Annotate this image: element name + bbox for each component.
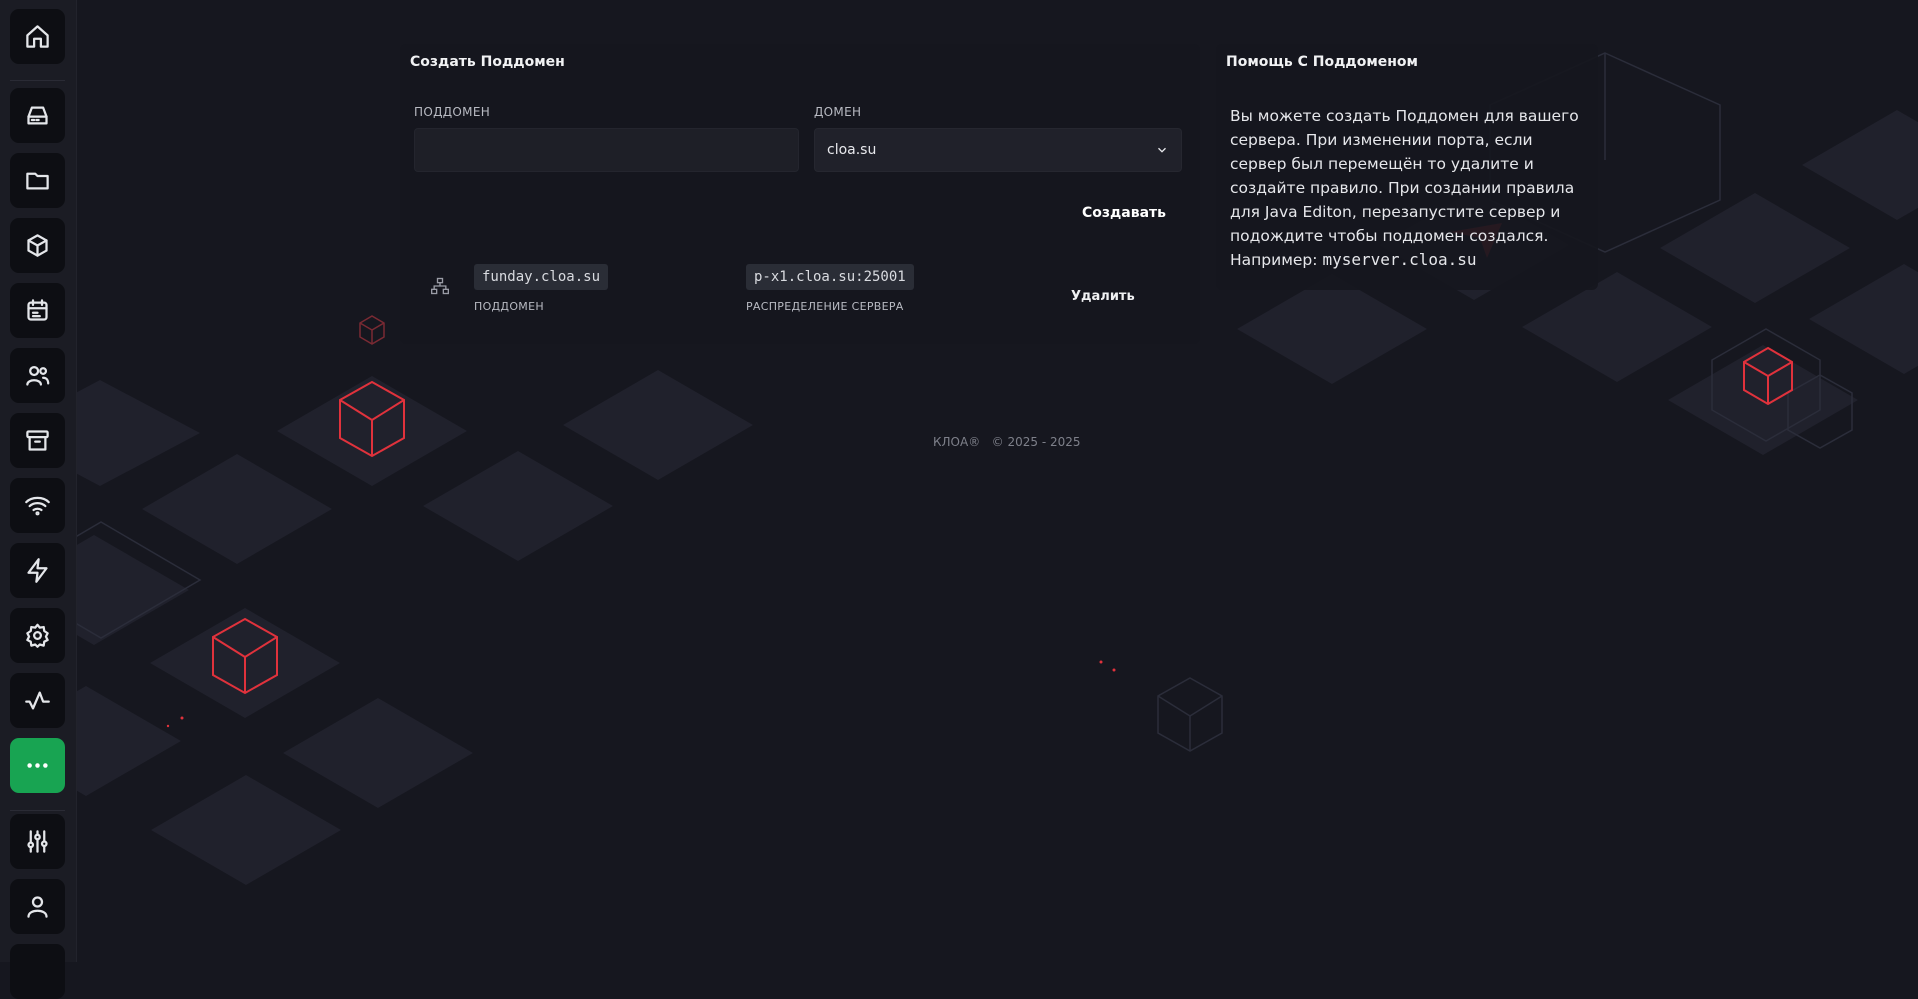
- create-subdomain-panel: Создать Поддомен ПОДДОМЕН ДОМЕН cloa.su …: [400, 44, 1200, 344]
- sidebar-divider: [10, 810, 65, 811]
- sidebar-divider: [10, 80, 65, 81]
- folder-icon: [26, 172, 49, 190]
- subdomain-label: ПОДДОМЕН: [414, 105, 491, 119]
- subdomain-value: funday.cloa.su: [474, 264, 609, 290]
- sidebar-item-packages[interactable]: [10, 218, 65, 273]
- box-icon: [27, 234, 48, 257]
- panel-title: Создать Поддомен: [410, 54, 565, 70]
- wifi-icon: [25, 496, 50, 516]
- create-button[interactable]: Создавать: [1082, 205, 1166, 221]
- sidebar-item-activity[interactable]: [10, 673, 65, 728]
- sidebar-item-users[interactable]: [10, 348, 65, 403]
- user-icon: [27, 896, 48, 918]
- sidebar-item-backups[interactable]: [10, 413, 65, 468]
- sidebar-item-settings[interactable]: [10, 608, 65, 663]
- help-description: Вы можете создать Поддомен для вашего се…: [1230, 107, 1579, 269]
- home-icon: [26, 25, 49, 48]
- domain-select[interactable]: cloa.su: [814, 128, 1182, 172]
- sidebar-item-startup[interactable]: [10, 543, 65, 598]
- sliders-icon: [27, 830, 48, 853]
- sidebar-item-schedules[interactable]: [10, 283, 65, 338]
- activity-icon: [25, 691, 50, 710]
- allocation-caption: РАСПРЕДЕЛЕНИЕ СЕРВЕРА: [746, 300, 904, 313]
- help-title: Помощь С Поддоменом: [1226, 54, 1418, 70]
- calendar-icon: [27, 299, 48, 321]
- footer-brand: КЛОА®: [933, 435, 981, 449]
- delete-button[interactable]: Удалить: [1071, 289, 1135, 304]
- network-icon: [431, 277, 449, 295]
- users-icon: [26, 365, 50, 386]
- sidebar-item-server[interactable]: [10, 88, 65, 143]
- sidebar-item-home[interactable]: [10, 9, 65, 64]
- sidebar-item-configure[interactable]: [10, 814, 65, 869]
- sidebar-item-network[interactable]: [10, 478, 65, 533]
- gear-icon: [26, 623, 49, 648]
- allocation-value: p-x1.cloa.su:25001: [746, 264, 914, 290]
- domain-selected-value: cloa.su: [827, 142, 877, 158]
- footer-copyright: © 2025 - 2025: [991, 435, 1081, 449]
- sidebar: [0, 0, 77, 999]
- help-text: Вы можете создать Поддомен для вашего се…: [1230, 104, 1586, 272]
- subdomain-caption: ПОДДОМЕН: [474, 300, 544, 313]
- chevron-down-icon: [1158, 147, 1166, 153]
- archive-icon: [26, 430, 49, 451]
- help-panel: Помощь С Поддоменом Вы можете создать По…: [1216, 44, 1598, 290]
- subdomain-row: funday.cloa.su ПОДДОМЕН p-x1.cloa.su:250…: [410, 264, 1190, 330]
- help-example: myserver.cloa.su: [1322, 250, 1477, 269]
- footer: КЛОА® © 2025 - 2025: [933, 435, 1081, 449]
- sidebar-item-account[interactable]: [10, 879, 65, 934]
- subdomain-input[interactable]: [414, 128, 799, 172]
- sidebar-item-files[interactable]: [10, 153, 65, 208]
- domain-label: ДОМЕН: [814, 105, 862, 119]
- more-icon: [27, 763, 48, 768]
- bolt-icon: [27, 558, 48, 583]
- sidebar-item-more[interactable]: [10, 738, 65, 793]
- server-icon: [27, 106, 48, 125]
- sidebar-item-extra[interactable]: [10, 944, 65, 999]
